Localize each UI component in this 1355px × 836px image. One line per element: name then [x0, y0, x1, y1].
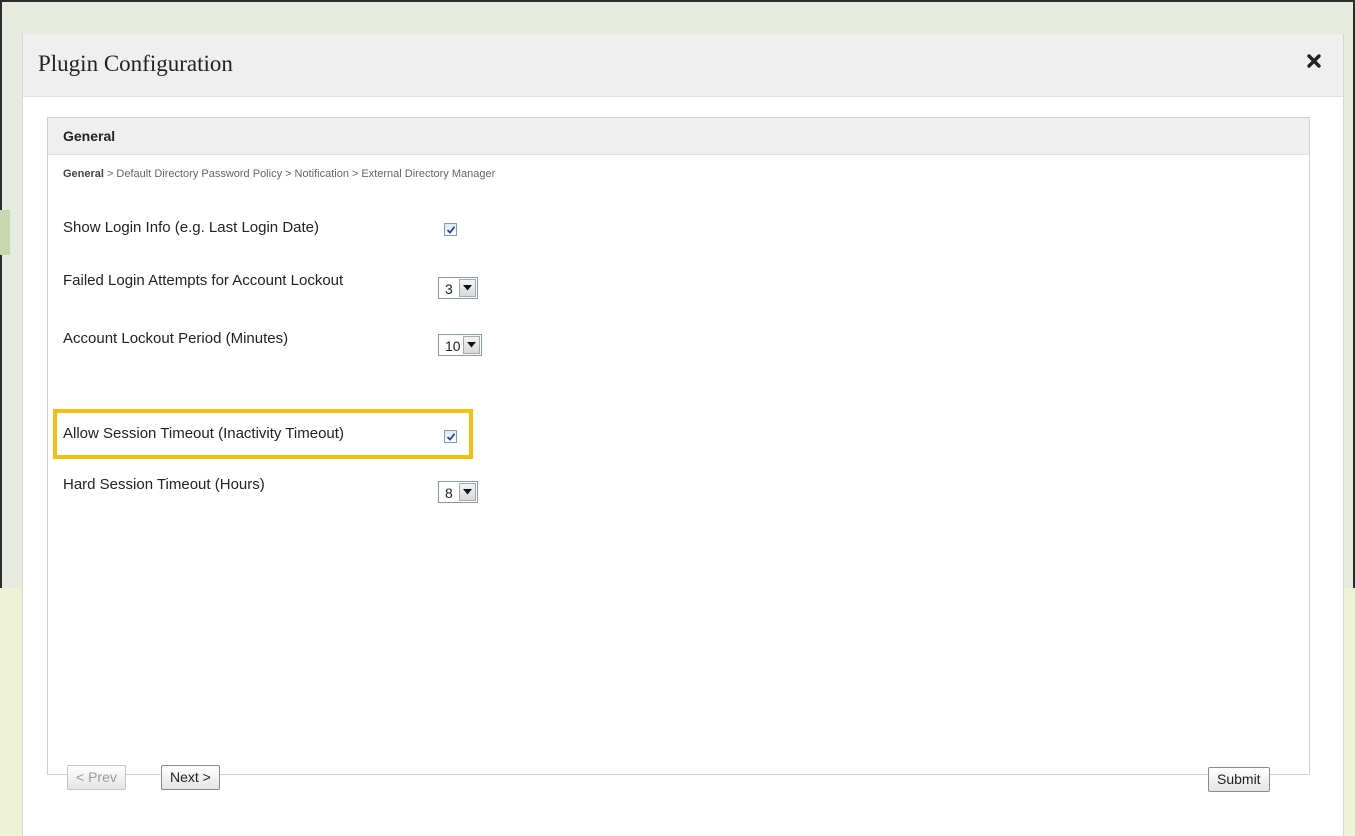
close-icon[interactable]: [1305, 52, 1323, 70]
checkmark-icon: [446, 433, 456, 441]
failed-login-attempts-label: Failed Login Attempts for Account Lockou…: [63, 272, 344, 289]
failed-login-attempts-select[interactable]: 3: [438, 277, 478, 299]
show-login-info-label: Show Login Info (e.g. Last Login Date): [63, 219, 319, 236]
panel-header: General: [48, 118, 1309, 155]
account-lockout-period-select[interactable]: 10: [438, 334, 482, 356]
breadcrumb-separator: >: [106, 168, 114, 180]
breadcrumb-separator: >: [285, 168, 292, 180]
hard-session-timeout-label: Hard Session Timeout (Hours): [63, 476, 265, 493]
chevron-down-icon: [459, 483, 476, 501]
plugin-configuration-dialog: Plugin Configuration General General > Def…: [22, 34, 1344, 836]
breadcrumb-step-external-directory-manager[interactable]: External Directory Manager: [361, 168, 495, 180]
chevron-down-icon: [463, 336, 480, 354]
next-button[interactable]: Next >: [161, 765, 220, 790]
breadcrumb-step-notification[interactable]: Notification: [295, 168, 349, 180]
show-login-info-checkbox[interactable]: [444, 223, 457, 236]
breadcrumb: General > Default Directory Password Polic…: [63, 168, 495, 180]
dialog-header: Plugin Configuration: [23, 34, 1343, 97]
breadcrumb-current: General: [63, 168, 104, 180]
chevron-down-icon: [459, 279, 476, 297]
allow-session-timeout-checkbox[interactable]: [444, 430, 457, 443]
breadcrumb-separator: >: [351, 168, 359, 180]
dialog-title: Plugin Configuration: [38, 51, 233, 76]
general-panel: General General > Default Directory Passwo…: [47, 117, 1310, 792]
submit-button[interactable]: Submit: [1208, 767, 1270, 792]
hard-session-timeout-value: 8: [445, 485, 453, 501]
panel-title: General: [63, 128, 116, 144]
breadcrumb-step-password-policy[interactable]: Default Directory Password Policy: [116, 168, 282, 180]
account-lockout-period-label: Account Lockout Period (Minutes): [63, 330, 289, 347]
hard-session-timeout-select[interactable]: 8: [438, 481, 478, 503]
prev-button[interactable]: < Prev: [67, 765, 126, 790]
checkmark-icon: [446, 226, 456, 234]
allow-session-timeout-label: Allow Session Timeout (Inactivity Timeou…: [63, 425, 344, 442]
page-backdrop-mark: [0, 210, 10, 255]
account-lockout-period-value: 10: [445, 338, 461, 354]
failed-login-attempts-value: 3: [445, 281, 453, 297]
